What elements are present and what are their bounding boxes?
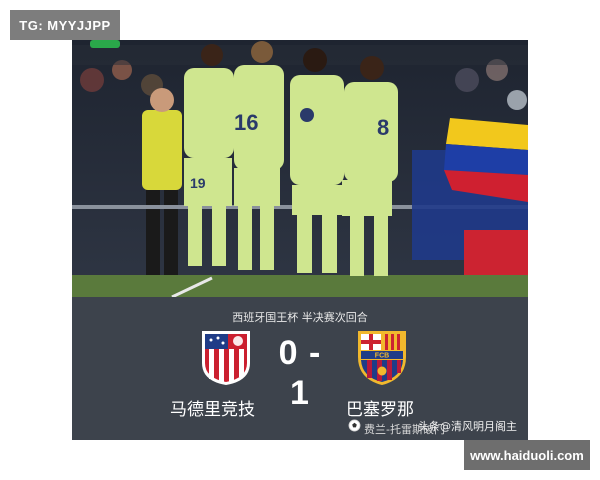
match-score: 0 - 1: [278, 334, 322, 412]
scoreboard: 西班牙国王杯 半决赛次回合 0 - 1 FCB 马德里竞技 巴塞罗那 费兰-托雷…: [72, 297, 528, 440]
away-team-name: 巴塞罗那: [346, 400, 414, 420]
match-card: 19 16 8 西班牙国王杯 半决赛次回合 0 - 1 FCB 马德里竞技 巴塞…: [72, 40, 528, 440]
home-team-name: 马德里竞技: [170, 400, 255, 420]
green-badge: [90, 40, 120, 48]
flag: [444, 118, 528, 202]
football-icon: [348, 419, 361, 432]
shirt-number-16: 16: [234, 110, 258, 135]
pitch: [72, 275, 528, 297]
shirt-number-8: 8: [377, 115, 389, 140]
atletico-crest-icon: [202, 331, 250, 385]
red-advertising-board: [464, 230, 528, 275]
site-url-watermark: www.haiduoli.com: [464, 440, 590, 470]
tg-watermark-badge: TG: MYYJJPP: [10, 10, 120, 40]
competition-title: 西班牙国王杯 半决赛次回合: [232, 311, 368, 324]
barcelona-crest-text: FCB: [375, 353, 389, 360]
source-watermark: 头条@清风明月阁主: [418, 420, 517, 433]
shirt-number-19: 19: [190, 175, 206, 191]
barcelona-crest-icon: FCB: [358, 331, 406, 385]
celebration-photo: 19 16 8: [72, 40, 528, 297]
